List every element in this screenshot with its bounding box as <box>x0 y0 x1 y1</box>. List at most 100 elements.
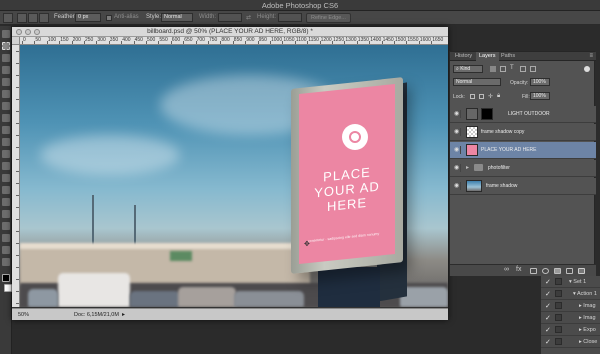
ruler-tick <box>369 41 371 44</box>
fill-input[interactable]: 100% <box>530 92 550 100</box>
action-enabled-check-icon[interactable]: ✓ <box>545 314 551 322</box>
action-dialog-toggle[interactable] <box>555 278 562 285</box>
tab-history[interactable]: History <box>452 52 475 61</box>
action-dialog-toggle[interactable] <box>555 338 562 345</box>
width-input[interactable] <box>218 13 242 22</box>
visibility-eye-icon[interactable] <box>454 128 461 136</box>
action-dialog-toggle[interactable] <box>555 326 562 333</box>
blend-mode-select[interactable]: Normal <box>453 78 501 86</box>
expand-arrow-icon[interactable]: ▸ <box>466 164 469 171</box>
link-layers-icon[interactable]: ∞ <box>504 266 509 273</box>
delete-layer-icon[interactable] <box>578 268 585 274</box>
ruler-corner[interactable] <box>12 37 20 45</box>
feather-input[interactable]: 0 px <box>75 13 101 22</box>
horizontal-ruler[interactable]: 0 50 100 150 200 250 300 350 400 450 500 550 600 650 7… <box>20 37 448 45</box>
new-group-icon[interactable] <box>554 268 561 274</box>
zoom-tool-icon[interactable] <box>2 258 10 266</box>
path-select-tool-icon[interactable] <box>2 222 10 230</box>
adjustment-filter-icon[interactable] <box>500 66 506 72</box>
dodge-tool-icon[interactable] <box>2 186 10 194</box>
ruler-tick <box>170 41 172 44</box>
eyedropper-tool-icon[interactable] <box>2 90 10 98</box>
filter-toggle-icon[interactable] <box>584 66 590 72</box>
adjustment-layer-button-icon[interactable] <box>542 268 549 274</box>
foreground-color-swatch[interactable] <box>2 274 10 282</box>
blur-tool-icon[interactable] <box>2 174 10 182</box>
new-layer-icon[interactable] <box>566 268 573 274</box>
stamp-tool-icon[interactable] <box>2 126 10 134</box>
status-menu-arrow-icon[interactable]: ▸ <box>122 311 125 318</box>
visibility-eye-icon[interactable] <box>454 182 461 190</box>
zoom-window-icon[interactable] <box>34 29 40 35</box>
action-enabled-check-icon[interactable]: ✓ <box>545 290 551 298</box>
action-enabled-check-icon[interactable]: ✓ <box>545 302 551 310</box>
minimize-window-icon[interactable] <box>25 29 31 35</box>
canvas[interactable]: PLACE YOUR AD HERE consetetur · sadipsci… <box>20 45 448 307</box>
action-row[interactable]: ✓ ▸ Close <box>541 336 600 348</box>
visibility-eye-icon[interactable] <box>454 164 461 172</box>
action-row[interactable]: ✓ ▸ Imag <box>541 312 600 324</box>
visibility-eye-icon[interactable] <box>454 110 461 118</box>
layer-row-selected[interactable]: PLACE YOUR AD HERE <box>450 142 596 159</box>
add-mask-icon[interactable] <box>530 268 537 274</box>
type-filter-icon[interactable]: T <box>510 65 514 71</box>
layer-row[interactable]: ▸ photofilter <box>450 160 596 177</box>
zoom-level[interactable]: 50% <box>18 312 29 318</box>
refine-edge-button[interactable]: Refine Edge... <box>306 13 351 23</box>
type-tool-icon[interactable] <box>2 210 10 218</box>
smart-object-filter-icon[interactable] <box>530 66 536 72</box>
action-enabled-check-icon[interactable]: ✓ <box>545 326 551 334</box>
pixel-filter-icon[interactable] <box>490 66 496 72</box>
antialias-checkbox[interactable] <box>106 15 112 21</box>
opacity-input[interactable]: 100% <box>530 78 550 86</box>
background-color-swatch[interactable] <box>4 284 12 292</box>
quick-select-tool-icon[interactable] <box>2 66 10 74</box>
ruler-tick <box>16 135 19 136</box>
action-dialog-toggle[interactable] <box>555 302 562 309</box>
eraser-tool-icon[interactable] <box>2 150 10 158</box>
lock-all-icon[interactable]: 🔒︎ <box>497 93 500 100</box>
layer-row[interactable]: frame shadow copy <box>450 124 596 141</box>
layer-row[interactable]: frame shadow <box>450 178 596 195</box>
new-selection-icon[interactable] <box>17 13 27 23</box>
move-tool-icon[interactable] <box>2 30 10 38</box>
close-window-icon[interactable] <box>16 29 22 35</box>
healing-tool-icon[interactable] <box>2 102 10 110</box>
action-row[interactable]: ✓ ▸ Expo <box>541 324 600 336</box>
marquee-tool-icon[interactable] <box>2 42 10 50</box>
pen-tool-icon[interactable] <box>2 198 10 206</box>
action-row[interactable]: ✓ ▾ Action 1 <box>541 288 600 300</box>
hand-tool-icon[interactable] <box>2 246 10 254</box>
visibility-eye-icon[interactable] <box>454 146 461 154</box>
shape-tool-icon[interactable] <box>2 234 10 242</box>
tab-paths[interactable]: Paths <box>498 52 518 61</box>
action-row[interactable]: ✓ ▸ Imag <box>541 300 600 312</box>
action-row[interactable]: ✓ ▾ Set 1 <box>541 276 600 288</box>
style-select[interactable]: Normal <box>161 13 193 22</box>
shape-filter-icon[interactable] <box>520 66 526 72</box>
brush-tool-icon[interactable] <box>2 114 10 122</box>
panel-menu-icon[interactable]: ≡ <box>589 53 593 59</box>
lock-transparent-icon[interactable] <box>470 94 475 99</box>
layer-style-icon[interactable]: fx <box>516 266 521 273</box>
height-input[interactable] <box>278 13 302 22</box>
layer-row[interactable]: LIGHT OUTDOOR <box>450 106 596 123</box>
action-enabled-check-icon[interactable]: ✓ <box>545 338 551 346</box>
add-selection-icon[interactable] <box>28 13 38 23</box>
history-brush-tool-icon[interactable] <box>2 138 10 146</box>
lock-image-icon[interactable] <box>479 94 484 99</box>
vertical-ruler[interactable] <box>12 45 20 307</box>
action-dialog-toggle[interactable] <box>555 314 562 321</box>
action-dialog-toggle[interactable] <box>555 290 562 297</box>
action-enabled-check-icon[interactable]: ✓ <box>545 278 551 286</box>
gradient-tool-icon[interactable] <box>2 162 10 170</box>
crop-tool-icon[interactable] <box>2 78 10 86</box>
subtract-selection-icon[interactable] <box>39 13 49 23</box>
lock-position-icon[interactable]: ✛ <box>488 93 493 100</box>
tab-layers[interactable]: Layers <box>476 52 499 61</box>
layer-kind-select[interactable]: ⌕ Kind <box>453 65 483 73</box>
lasso-tool-icon[interactable] <box>2 54 10 62</box>
marquee-tool-preset-icon[interactable] <box>3 13 13 23</box>
swap-icon[interactable]: ⇄ <box>246 14 251 21</box>
document-size[interactable]: Doc: 6,15M/21,0M <box>74 312 119 318</box>
